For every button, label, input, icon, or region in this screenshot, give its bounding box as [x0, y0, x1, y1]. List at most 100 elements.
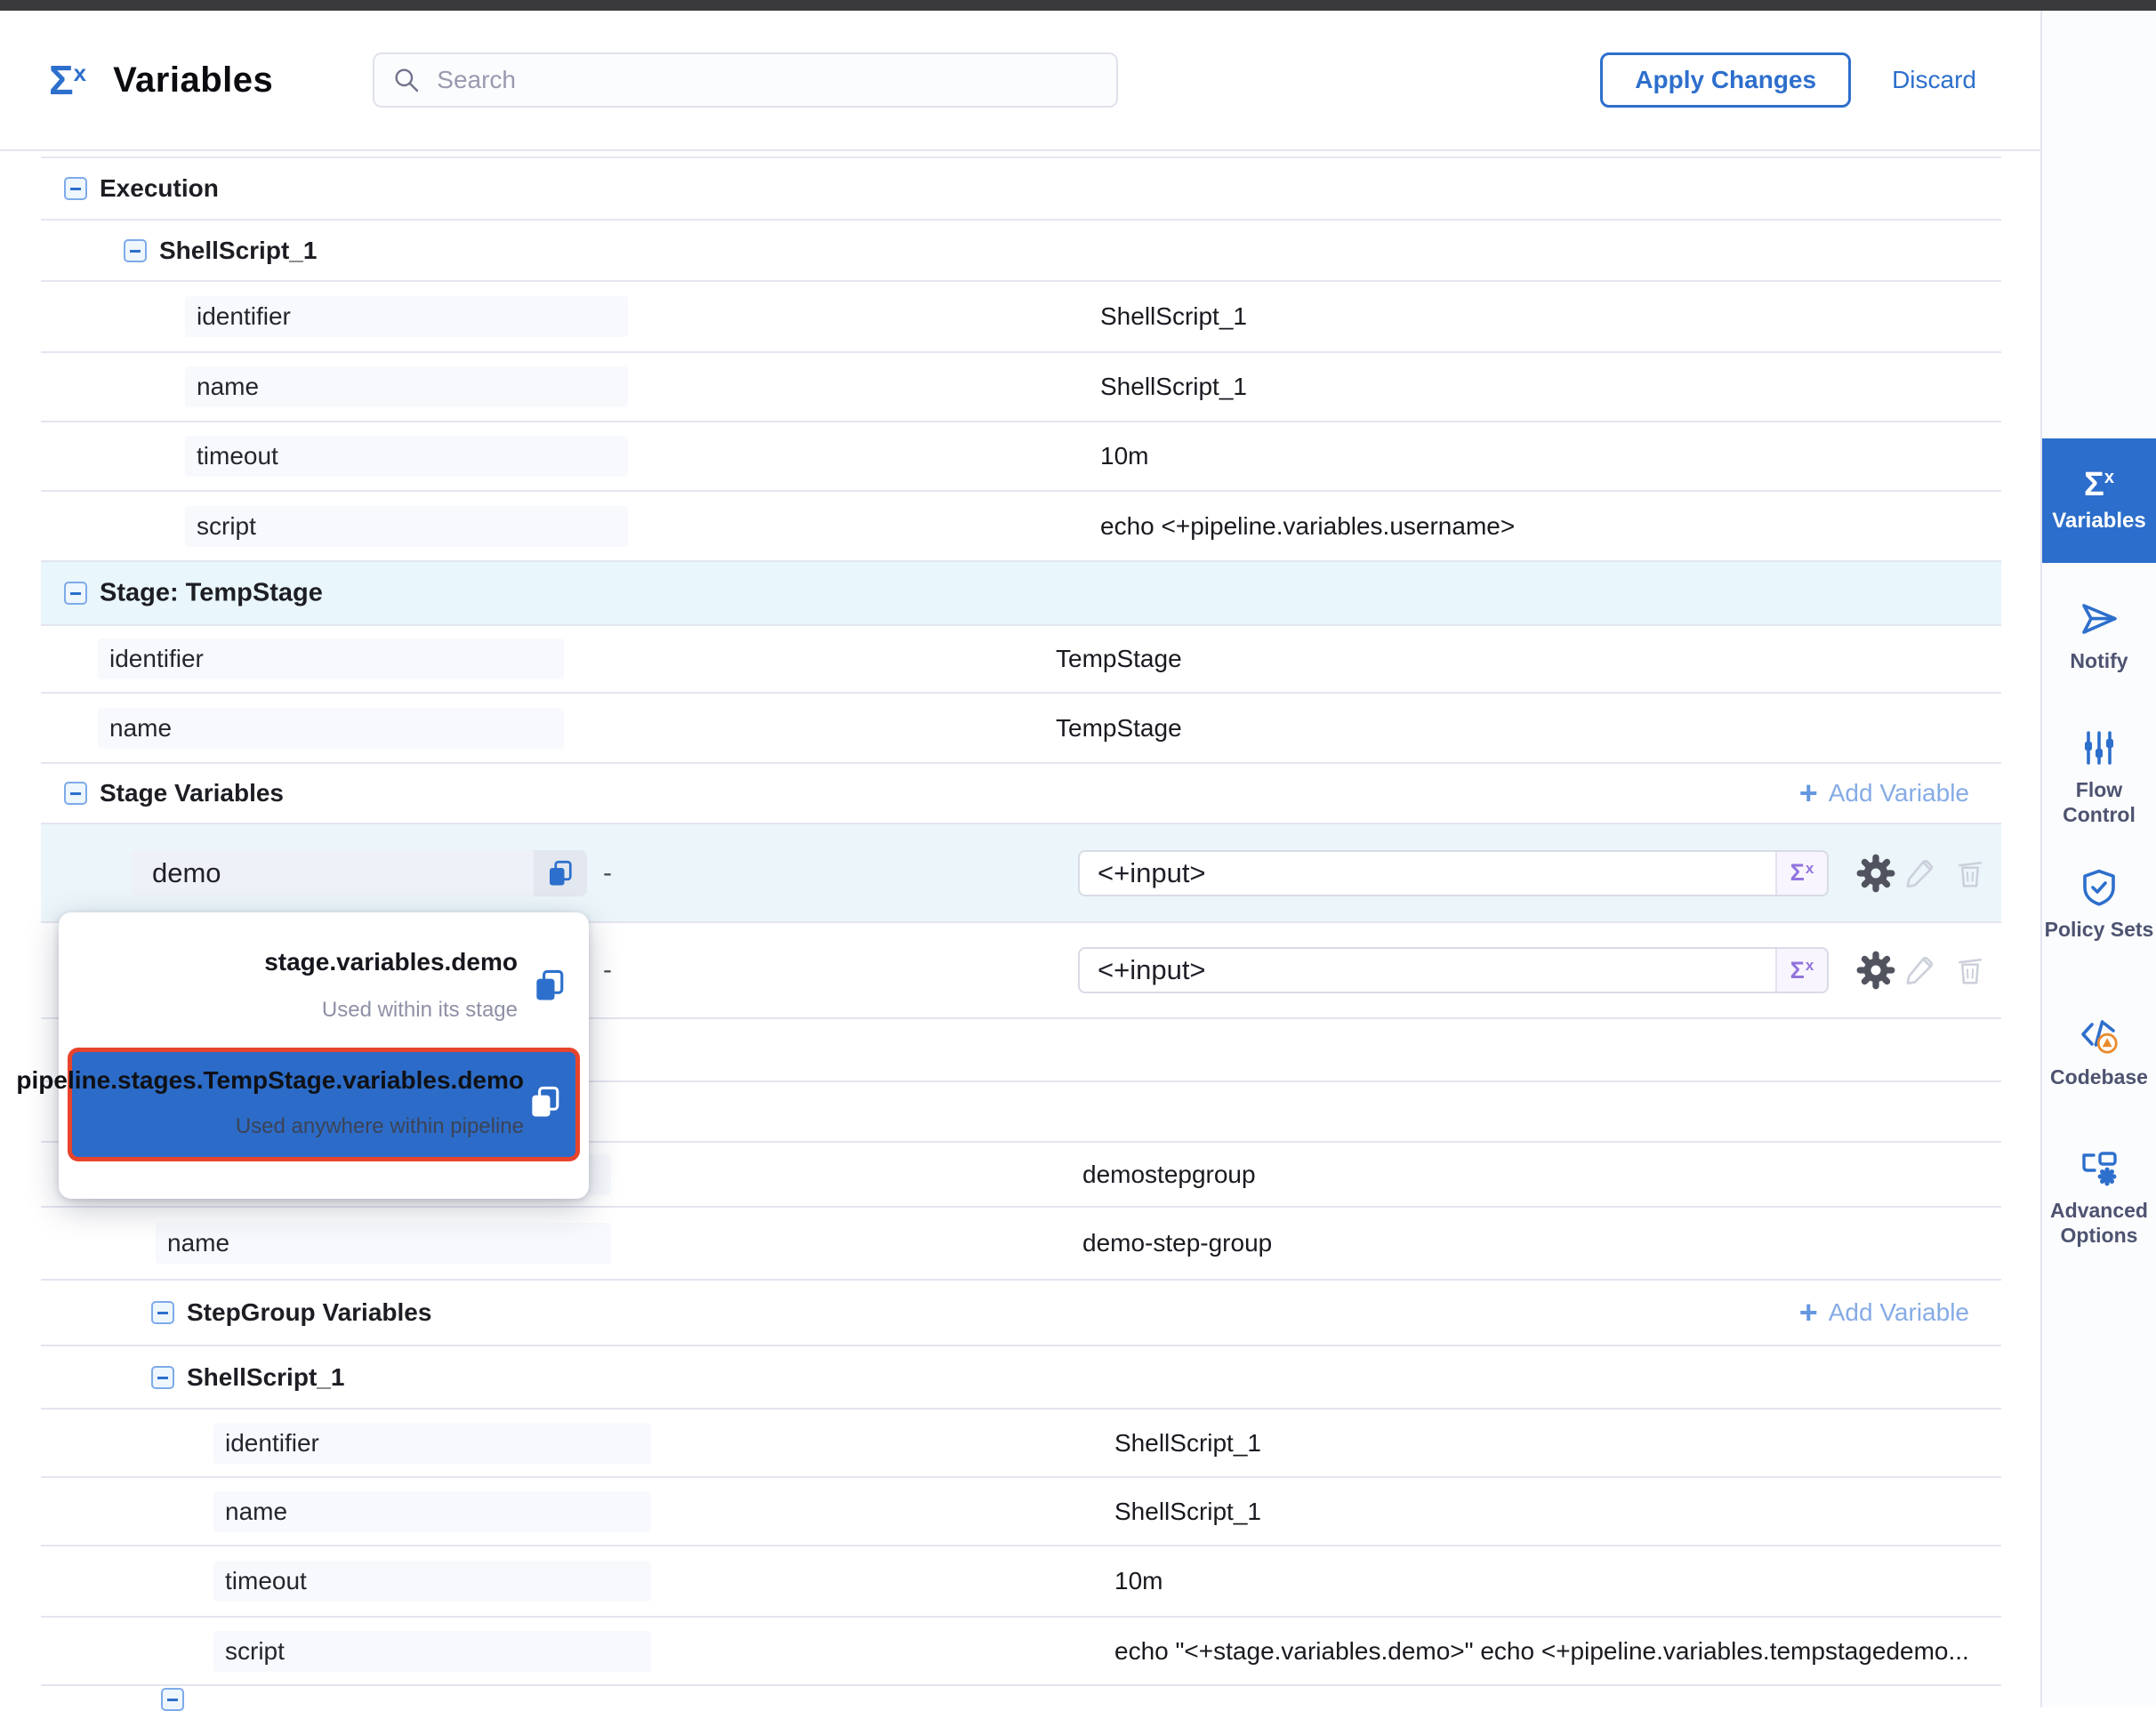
- gear-icon: [1855, 950, 1896, 991]
- field-row-identifier: identifier ShellScript_1: [41, 282, 2001, 353]
- field-value: 10m: [1114, 1567, 1162, 1595]
- section-row-stepgroup-variables: StepGroup Variables + Add Variable: [41, 1281, 2001, 1346]
- field-value: echo "<+stage.variables.demo>" echo <+pi…: [1114, 1637, 1969, 1666]
- collapse-toggle-icon[interactable]: [64, 782, 87, 805]
- copy-icon: [530, 966, 569, 1005]
- add-variable-button[interactable]: + Add Variable: [1799, 1297, 1969, 1329]
- search-input[interactable]: [435, 65, 1061, 95]
- right-panel-rail: Σ x Variables Notify Flow Control: [2040, 11, 2156, 1707]
- variable-path-text: stage.variables.demo: [264, 948, 518, 976]
- field-label: script: [213, 1631, 651, 1672]
- expression-toggle-button[interactable]: Σ x: [1775, 949, 1827, 992]
- variable-value-text: <+input>: [1098, 954, 1206, 986]
- add-variable-button[interactable]: + Add Variable: [1799, 777, 1969, 809]
- edit-variable-button[interactable]: [1902, 856, 1937, 891]
- edit-variable-button[interactable]: [1902, 952, 1937, 988]
- variables-sigma-icon: Σ x: [49, 60, 86, 100]
- collapse-toggle-icon[interactable]: [64, 582, 87, 605]
- tab-flow-control[interactable]: Flow Control: [2042, 727, 2156, 827]
- section-label: Execution: [100, 174, 219, 203]
- field-row-script: script echo "<+stage.variables.demo>" ec…: [41, 1618, 2001, 1686]
- field-label: name: [156, 1223, 611, 1264]
- variable-settings-button[interactable]: [1855, 853, 1896, 894]
- field-value: demo-step-group: [1082, 1229, 1272, 1257]
- page-title: Variables: [113, 60, 273, 100]
- browser-top-strip: [0, 0, 2156, 11]
- variable-scope-text: Used anywhere within pipeline: [236, 1114, 524, 1139]
- collapse-toggle-icon[interactable]: [151, 1366, 174, 1389]
- pencil-icon: [1902, 952, 1937, 988]
- shield-check-icon: [2078, 866, 2120, 909]
- apply-changes-button[interactable]: Apply Changes: [1600, 52, 1851, 108]
- field-row-name: name demo-step-group: [41, 1208, 2001, 1281]
- expression-toggle-button[interactable]: Σ x: [1775, 852, 1827, 895]
- field-value: demostepgroup: [1082, 1161, 1256, 1189]
- tab-advanced-options[interactable]: Advanced Options: [2042, 1147, 2156, 1248]
- delete-variable-button[interactable]: [1953, 856, 1987, 890]
- copy-icon: [526, 1082, 565, 1121]
- section-label: StepGroup Variables: [187, 1298, 431, 1327]
- collapse-toggle-icon[interactable]: [64, 177, 87, 200]
- variable-value-input[interactable]: <+input> Σ x: [1078, 947, 1829, 993]
- copy-path-button[interactable]: [530, 966, 569, 1005]
- variable-row-demo: demo - <+input> Σ x: [41, 824, 2001, 923]
- copy-variable-button[interactable]: [534, 850, 587, 896]
- field-value: TempStage: [1056, 714, 1182, 743]
- field-label: script: [185, 506, 628, 547]
- collapse-toggle-icon-partial[interactable]: [161, 1688, 184, 1711]
- tab-codebase[interactable]: Codebase: [2042, 1014, 2156, 1090]
- search-icon: [392, 66, 421, 94]
- sigma-glyph: Σ: [49, 60, 74, 100]
- field-label: identifier: [98, 639, 564, 679]
- trash-icon: [1953, 856, 1987, 890]
- copy-icon: [544, 857, 576, 889]
- field-row-name: name ShellScript_1: [41, 353, 2001, 422]
- plus-icon: +: [1799, 1297, 1818, 1329]
- required-dash: -: [603, 858, 612, 888]
- page-header: Σ x Variables Apply Changes Discard: [0, 11, 2040, 151]
- field-row-timeout: timeout 10m: [41, 1546, 2001, 1618]
- discard-button[interactable]: Discard: [1892, 66, 1976, 94]
- variable-path-text: pipeline.stages.TempStage.variables.demo: [16, 1066, 524, 1095]
- field-value: TempStage: [1056, 645, 1182, 673]
- paper-plane-icon: [2078, 598, 2120, 640]
- field-label: name: [98, 708, 564, 749]
- tab-variables-active[interactable]: Σ x Variables: [2042, 438, 2156, 563]
- collapse-toggle-icon[interactable]: [151, 1301, 174, 1324]
- field-row-name: name TempStage: [41, 694, 2001, 764]
- section-row-execution: Execution: [41, 158, 2001, 221]
- plus-icon: +: [1799, 777, 1818, 809]
- field-value: ShellScript_1: [1114, 1429, 1261, 1458]
- section-row-stage-variables: Stage Variables + Add Variable: [41, 764, 2001, 824]
- field-label: name: [185, 366, 628, 407]
- field-label: name: [213, 1491, 651, 1532]
- pencil-icon: [1902, 856, 1937, 891]
- variable-value-input[interactable]: <+input> Σ x: [1078, 850, 1829, 896]
- field-value: ShellScript_1: [1100, 302, 1247, 331]
- variable-settings-button[interactable]: [1855, 950, 1896, 991]
- code-warning-icon: [2078, 1014, 2120, 1056]
- trash-icon: [1953, 953, 1987, 987]
- delete-variable-button[interactable]: [1953, 953, 1987, 987]
- field-row-name: name ShellScript_1: [41, 1478, 2001, 1546]
- section-row-stage-tempstage: Stage: TempStage: [41, 562, 2001, 626]
- sliders-icon: [2078, 727, 2120, 769]
- section-row-shellscript1: ShellScript_1: [41, 221, 2001, 282]
- variable-name-input[interactable]: demo: [131, 850, 534, 896]
- popover-option-pipeline-scope-selected[interactable]: pipeline.stages.TempStage.variables.demo…: [68, 1048, 580, 1161]
- tab-policy-sets[interactable]: Policy Sets: [2042, 866, 2156, 943]
- field-row-identifier: identifier ShellScript_1: [41, 1410, 2001, 1478]
- collapse-toggle-icon[interactable]: [124, 239, 147, 262]
- field-label: identifier: [185, 296, 628, 337]
- popover-option-stage-scope[interactable]: stage.variables.demo Used within its sta…: [59, 928, 569, 1051]
- copy-path-button[interactable]: [526, 1082, 565, 1121]
- flowchart-gear-icon: [2078, 1147, 2120, 1190]
- section-row-shellscript1-nested: ShellScript_1: [41, 1346, 2001, 1410]
- search-box[interactable]: [373, 52, 1118, 108]
- sigma-x-icon: Σ x: [2084, 468, 2114, 502]
- field-label: timeout: [185, 436, 628, 477]
- section-label: ShellScript_1: [187, 1363, 344, 1392]
- section-label: Stage Variables: [100, 779, 284, 807]
- variable-scope-text: Used within its stage: [322, 998, 518, 1023]
- tab-notify[interactable]: Notify: [2042, 598, 2156, 674]
